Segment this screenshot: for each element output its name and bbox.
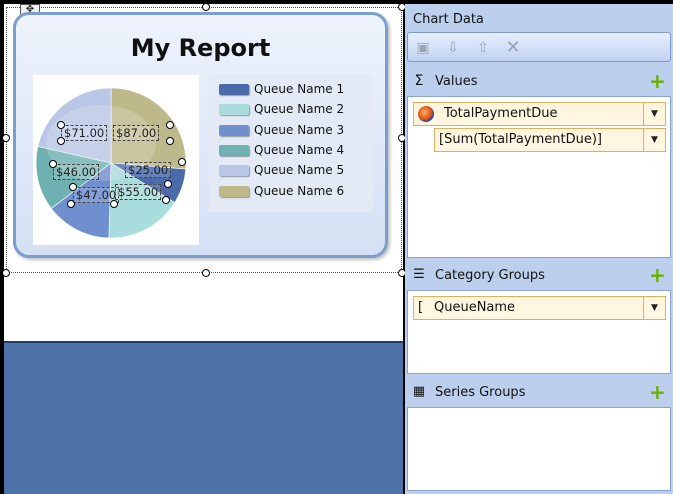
label-handle[interactable] <box>49 160 57 168</box>
panel-title: Chart Data <box>413 12 484 27</box>
label-handle[interactable] <box>57 121 65 129</box>
label-handle[interactable] <box>166 121 174 129</box>
value-field-row[interactable]: TotalPaymentDue ▼ <box>413 102 666 126</box>
resize-handle[interactable] <box>2 134 10 142</box>
category-field-prefix: [ <box>418 300 424 315</box>
category-groups-label: Category Groups <box>435 268 545 283</box>
category-field-row[interactable]: [ QueueName ▼ <box>413 296 666 320</box>
label-handle[interactable] <box>164 180 172 188</box>
values-list: TotalPaymentDue ▼ [Sum(TotalPaymentDue)]… <box>407 96 671 258</box>
data-label[interactable]: $25.00 <box>125 162 172 178</box>
label-handle[interactable] <box>67 200 75 208</box>
value-field-name: TotalPaymentDue <box>444 106 558 121</box>
data-label[interactable]: $55.00 <box>115 184 162 200</box>
series-groups-list[interactable] <box>407 407 671 491</box>
list-icon: ☰ <box>413 267 425 282</box>
series-groups-label: Series Groups <box>435 385 526 400</box>
sigma-icon: Σ <box>414 73 424 89</box>
resize-handle[interactable] <box>2 269 10 277</box>
legend-label: Queue Name 1 <box>254 82 345 96</box>
add-category-group-icon[interactable]: + <box>649 265 666 285</box>
legend-label: Queue Name 5 <box>254 163 345 177</box>
label-handle[interactable] <box>69 183 77 191</box>
label-handle[interactable] <box>178 158 186 166</box>
legend-swatch <box>219 84 249 95</box>
window-frame: ✥ My Report $71.00 $87.00 $46.00 $25.00 … <box>0 0 673 494</box>
label-handle[interactable] <box>162 196 170 204</box>
legend-swatch <box>219 104 249 115</box>
chart-title: My Report <box>130 34 271 62</box>
label-handle[interactable] <box>57 137 65 145</box>
panel-toolbar: ▣ ⇩ ⇧ ✕ <box>407 32 671 62</box>
legend-swatch <box>219 186 249 197</box>
label-handle[interactable] <box>110 200 118 208</box>
pie-series-icon <box>418 106 434 122</box>
legend-label: Queue Name 6 <box>254 184 345 198</box>
data-label[interactable]: $46.00 <box>53 164 100 180</box>
move-up-icon[interactable]: ⇧ <box>474 39 492 57</box>
label-handle[interactable] <box>166 137 174 145</box>
resize-handle[interactable] <box>202 269 210 277</box>
values-section-header: Σ Values + <box>407 70 671 94</box>
move-down-icon[interactable]: ⇩ <box>444 39 462 57</box>
pie-chart <box>35 87 187 239</box>
resize-handle[interactable] <box>202 3 210 11</box>
chart-legend[interactable]: Queue Name 1 Queue Name 2 Queue Name 3 Q… <box>209 75 373 212</box>
value-expression: [Sum(TotalPaymentDue)] <box>439 132 602 147</box>
chevron-down-icon[interactable]: ▼ <box>643 297 665 319</box>
category-groups-list: [ QueueName ▼ <box>407 290 671 374</box>
chart-data-panel: Chart Data ▣ ⇩ ⇧ ✕ Σ Values + TotalPayme… <box>405 4 673 494</box>
value-expression-row[interactable]: [Sum(TotalPaymentDue)] ▼ <box>434 128 666 152</box>
chevron-down-icon[interactable]: ▼ <box>643 129 665 151</box>
add-value-icon[interactable]: + <box>649 71 666 91</box>
pie-plot-area[interactable]: $71.00 $87.00 $46.00 $25.00 $47.00 $55.0… <box>33 75 199 245</box>
legend-label: Queue Name 3 <box>254 123 345 137</box>
delete-icon[interactable]: ✕ <box>504 39 522 57</box>
category-groups-header: ☰ Category Groups + <box>407 264 671 288</box>
properties-icon[interactable]: ▣ <box>414 39 432 57</box>
legend-swatch <box>219 145 249 156</box>
chevron-down-icon[interactable]: ▼ <box>643 103 665 125</box>
legend-label: Queue Name 2 <box>254 102 345 116</box>
data-label[interactable]: $87.00 <box>113 125 160 141</box>
legend-swatch <box>219 165 249 176</box>
report-body-background <box>4 343 403 494</box>
category-field-name: QueueName <box>434 300 516 315</box>
data-label[interactable]: $71.00 <box>61 125 108 141</box>
grid-icon: ▦ <box>412 384 426 399</box>
report-design-surface[interactable]: ✥ My Report $71.00 $87.00 $46.00 $25.00 … <box>2 3 406 494</box>
values-label: Values <box>435 74 478 89</box>
legend-label: Queue Name 4 <box>254 143 345 157</box>
chart-control[interactable]: My Report $71.00 $87.00 $46.00 $25.00 $4… <box>13 12 388 258</box>
add-series-group-icon[interactable]: + <box>649 382 666 402</box>
legend-swatch <box>219 125 249 136</box>
series-groups-header: ▦ Series Groups + <box>407 381 671 405</box>
